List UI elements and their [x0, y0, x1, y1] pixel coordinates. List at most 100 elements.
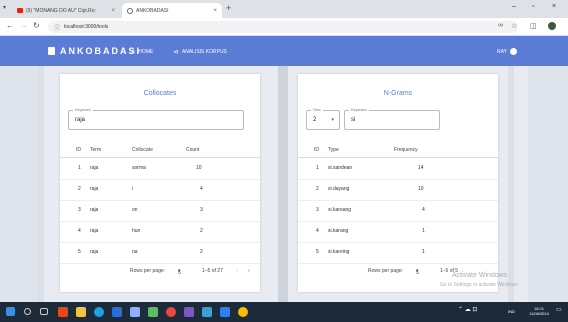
keyword-value: si: [351, 117, 356, 123]
col-header-id[interactable]: ID: [314, 147, 319, 153]
globe-icon: [127, 7, 133, 14]
store-icon[interactable]: [112, 307, 122, 317]
table-row[interactable]: 1 si.sandean 14: [298, 159, 498, 180]
app-icon[interactable]: [184, 307, 194, 317]
maximize-icon[interactable]: ▫: [532, 3, 534, 10]
tray-icons[interactable]: ⌃ ☁ ⊡: [458, 307, 477, 313]
account-icon: [509, 48, 517, 55]
cell-count: 4: [200, 186, 203, 192]
rows-per-page-select[interactable]: 5 ▾: [178, 268, 181, 276]
cell-count: 2: [200, 228, 203, 234]
col-header-frequency[interactable]: Frequency: [394, 147, 418, 153]
youtube-icon: [17, 8, 23, 13]
chrome-icon[interactable]: [238, 307, 248, 317]
forward-icon[interactable]: →: [20, 21, 28, 30]
user-menu[interactable]: RAY: [497, 48, 517, 55]
table-row[interactable]: 4 raja hun 2: [60, 222, 260, 243]
close-tab-icon[interactable]: ×: [108, 8, 115, 14]
firefox-icon[interactable]: [58, 307, 68, 317]
col-header-id[interactable]: ID: [76, 147, 81, 153]
cell-frequency: 14: [418, 165, 424, 171]
browser-tab-youtube[interactable]: (9) "MONANG DO AU" Cipt.Ro: ×: [12, 3, 120, 18]
collocates-keyword-input[interactable]: Keyword raja: [68, 107, 244, 130]
nav-home[interactable]: ⌂ HOME: [131, 48, 153, 55]
brand-title[interactable]: ANKOBADASI: [60, 46, 141, 56]
vscode-icon[interactable]: [220, 307, 230, 317]
app-icon[interactable]: [148, 307, 158, 317]
cell-frequency: 4: [422, 207, 425, 213]
app-icon[interactable]: [166, 307, 176, 317]
cell-id: 2: [316, 186, 319, 192]
col-header-count[interactable]: Count: [186, 147, 199, 153]
cell-type: si.dayang: [328, 186, 350, 192]
table-row[interactable]: 2 si.dayang 10: [298, 180, 498, 201]
sidebar-icon[interactable]: ◫: [530, 22, 537, 30]
language-indicator[interactable]: IND: [508, 309, 515, 314]
new-tab-button[interactable]: +: [226, 3, 231, 13]
file-explorer-icon[interactable]: [76, 307, 86, 317]
edge-icon[interactable]: [94, 307, 104, 317]
collocates-title: Collocates: [143, 90, 177, 97]
cell-id: 2: [78, 186, 81, 192]
cell-id: 4: [316, 228, 319, 234]
cell-type: si.kareing: [328, 249, 350, 255]
task-view-icon[interactable]: [40, 308, 48, 315]
cell-type: si.karang: [328, 228, 349, 234]
cell-frequency: 10: [418, 186, 424, 192]
nav-home-label: HOME: [138, 48, 154, 55]
logo-icon: [48, 47, 55, 55]
reload-icon[interactable]: ↻: [33, 21, 40, 30]
size-value: 2: [313, 117, 317, 123]
user-name: RAY: [497, 48, 507, 55]
clock[interactable]: 16:21 11/06/2024: [526, 306, 552, 316]
app-icon[interactable]: [202, 307, 212, 317]
col-header-type[interactable]: Type: [328, 147, 339, 153]
browser-tab-ankobadasi[interactable]: ANKOBADASI ×: [122, 3, 222, 18]
windows-taskbar: ⌃ ☁ ⊡ IND 16:21 11/06/2024 ▭: [0, 302, 568, 322]
close-tab-icon[interactable]: ×: [210, 8, 217, 14]
col-header-term[interactable]: Term: [90, 147, 101, 153]
minimize-icon[interactable]: –: [512, 3, 516, 10]
ngram-size-select[interactable]: Size 2 ▾: [306, 107, 340, 130]
nav-analisis-label: ANALISIS KORPUS: [181, 49, 227, 55]
clock-date: 11/06/2024: [529, 311, 549, 316]
back-icon[interactable]: ←: [6, 21, 14, 30]
windows-start-icon[interactable]: [6, 307, 15, 316]
ngrams-keyword-input[interactable]: Keyword si: [344, 107, 440, 130]
table-row[interactable]: 3 si.kareang 4: [298, 201, 498, 222]
left-scrollbar[interactable]: [38, 66, 44, 302]
cell-id: 4: [78, 228, 81, 234]
table-row[interactable]: 1 raja sorma 10: [60, 159, 260, 180]
bookmark-star-icon[interactable]: ☆: [511, 22, 517, 30]
table-row[interactable]: 3 raja on 3: [60, 201, 260, 222]
search-icon[interactable]: [24, 308, 31, 315]
table-row[interactable]: 4 si.karang 1: [298, 222, 498, 243]
url-input[interactable]: ⓘ localhost:3000/tools: [48, 21, 518, 33]
notification-icon[interactable]: ▭: [556, 307, 562, 313]
home-icon: ⌂: [131, 48, 136, 55]
table-row[interactable]: 2 raja i 4: [60, 180, 260, 201]
nav-analisis-korpus[interactable]: ⋖ ANALISIS KORPUS: [173, 48, 227, 56]
col-header-collocate[interactable]: Collocate: [132, 147, 153, 153]
cell-term: raja: [90, 249, 99, 255]
prev-page-icon[interactable]: ‹: [236, 268, 238, 274]
table-row[interactable]: 5 raja na 2: [60, 243, 260, 264]
cell-id: 1: [316, 165, 319, 171]
tab-title: (9) "MONANG DO AU" Cipt.Ro:: [26, 7, 96, 14]
ngrams-panel: N-Grams Size 2 ▾ Keyword si ID Type Freq…: [298, 74, 498, 292]
extension-icon[interactable]: ∞: [498, 22, 503, 29]
tab-search-icon[interactable]: ▾: [3, 4, 6, 11]
cell-collocate: i: [132, 186, 134, 192]
close-window-icon[interactable]: ×: [552, 3, 556, 10]
site-info-icon[interactable]: ⓘ: [54, 23, 60, 32]
rows-per-page-select[interactable]: 5 ▾: [416, 268, 419, 276]
app-icon[interactable]: [130, 307, 140, 317]
next-page-icon[interactable]: ›: [248, 268, 250, 274]
cell-count: 10: [196, 165, 202, 171]
panel-divider[interactable]: [278, 66, 288, 302]
rows-per-page-value: 5: [178, 270, 181, 276]
right-scrollbar[interactable]: [508, 66, 514, 302]
size-label: Size: [311, 107, 323, 112]
table-row[interactable]: 5 si.kareing 1: [298, 243, 498, 264]
profile-avatar[interactable]: [548, 22, 556, 30]
